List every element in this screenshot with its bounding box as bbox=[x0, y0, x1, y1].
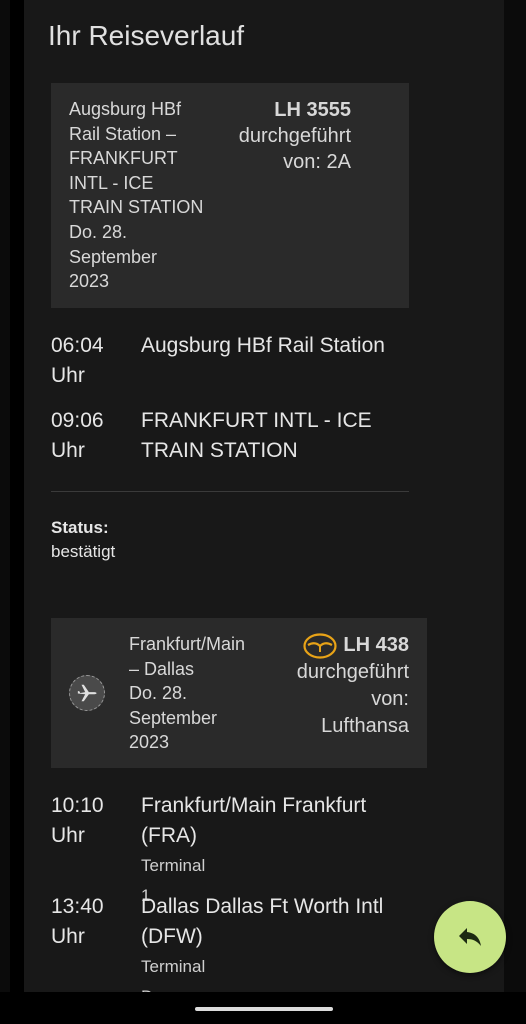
train-operator-info: LH 3555 durchgeführt von: 2A bbox=[191, 97, 351, 175]
lufthansa-crane-icon bbox=[303, 632, 338, 659]
departure-place: Frankfurt/Main Frankfurt (FRA) bbox=[141, 791, 431, 851]
flight-route-text: Frankfurt/Main – Dallas Do. 28. Septembe… bbox=[129, 632, 269, 755]
place-line: Dallas Dallas Ft Worth Intl bbox=[141, 895, 384, 918]
departure-time: 06:04 Uhr bbox=[51, 331, 121, 391]
arrival-time: 13:40 Uhr bbox=[51, 892, 121, 952]
flight-route-line: – Dallas bbox=[129, 658, 195, 679]
right-edge bbox=[504, 0, 526, 992]
place-line: (DFW) bbox=[141, 925, 203, 948]
reply-button[interactable] bbox=[434, 901, 506, 973]
arrival-time: 09:06 Uhr bbox=[51, 406, 121, 466]
time-unit: Uhr bbox=[51, 364, 85, 387]
section-divider bbox=[51, 491, 409, 492]
status-value: bestätigt bbox=[51, 542, 116, 561]
time-value: 10:10 bbox=[51, 794, 104, 817]
flight-date-line: Do. 28. bbox=[129, 683, 188, 704]
train-route-line: FRANKFURT bbox=[69, 148, 178, 169]
time-unit: Uhr bbox=[51, 824, 85, 847]
airplane-icon bbox=[69, 675, 105, 711]
flight-summary-card[interactable]: Frankfurt/Main – Dallas Do. 28. Septembe… bbox=[51, 618, 427, 768]
train-date-line: September bbox=[69, 246, 158, 267]
place-line: FRANKFURT INTL - ICE bbox=[141, 409, 372, 432]
place-line: TRAIN STATION bbox=[141, 439, 298, 462]
flight-operated-by-line: durchgeführt bbox=[296, 661, 409, 683]
time-value: 13:40 bbox=[51, 895, 104, 918]
train-route-line: INTL - ICE bbox=[69, 172, 154, 193]
departure-place: Augsburg HBf Rail Station bbox=[141, 334, 385, 357]
flight-date-line: 2023 bbox=[129, 732, 170, 753]
time-value: 09:06 bbox=[51, 409, 104, 432]
train-summary-card[interactable]: Augsburg HBf Rail Station – FRANKFURT IN… bbox=[51, 83, 409, 308]
flight-date-line: September bbox=[129, 707, 218, 728]
flight-operated-by-line: Lufthansa bbox=[321, 715, 409, 737]
arrival-terminal: Terminal D bbox=[141, 957, 206, 992]
arrival-place: FRANKFURT INTL - ICE TRAIN STATION bbox=[141, 406, 431, 466]
place-line: (FRA) bbox=[141, 824, 197, 847]
flight-operated-by-line: von: bbox=[371, 688, 409, 710]
train-number: LH 3555 bbox=[274, 99, 351, 121]
status-label: Status: bbox=[51, 518, 109, 537]
home-gesture-handle[interactable] bbox=[195, 1007, 333, 1011]
departure-time: 10:10 Uhr bbox=[51, 791, 121, 851]
flight-number: LH 438 bbox=[343, 634, 409, 656]
train-operated-by-line: von: 2A bbox=[283, 151, 351, 173]
train-route-line: TRAIN STATION bbox=[69, 197, 204, 218]
arrival-place: Dallas Dallas Ft Worth Intl (DFW) bbox=[141, 892, 431, 952]
train-route-line: Rail Station – bbox=[69, 123, 177, 144]
reply-icon bbox=[457, 926, 483, 948]
place-line: Frankfurt/Main Frankfurt bbox=[141, 794, 367, 817]
flight-operator-info: LH 438 durchgeführt von: Lufthansa bbox=[259, 632, 409, 740]
time-unit: Uhr bbox=[51, 439, 85, 462]
flight-route-line: Frankfurt/Main bbox=[129, 634, 246, 654]
train-operated-by-line: durchgeführt bbox=[238, 125, 351, 147]
train-route-text: Augsburg HBf Rail Station – FRANKFURT IN… bbox=[69, 97, 209, 294]
train-date-line: 2023 bbox=[69, 271, 110, 292]
page-title: Ihr Reiseverlauf bbox=[48, 20, 245, 51]
booking-status: Status: bestätigt bbox=[51, 516, 115, 564]
time-unit: Uhr bbox=[51, 925, 85, 948]
flight-number-row: LH 438 bbox=[259, 632, 409, 659]
train-date-line: Do. 28. bbox=[69, 221, 128, 242]
train-route-line: Augsburg HBf bbox=[69, 99, 182, 119]
itinerary-panel[interactable]: Ihr Reiseverlauf Augsburg HBf Rail Stati… bbox=[24, 0, 504, 992]
time-value: 06:04 bbox=[51, 334, 104, 357]
left-edge bbox=[0, 0, 10, 992]
